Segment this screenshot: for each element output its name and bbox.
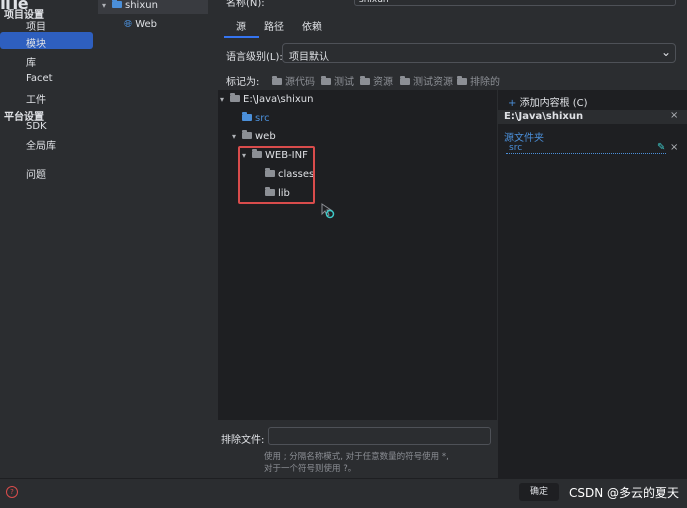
tree-root[interactable]: ▾ E:\Java\shixun xyxy=(220,93,313,105)
chevron-down-icon: ▾ xyxy=(220,95,225,104)
tab-sources[interactable]: 源 xyxy=(236,18,246,38)
module-web-facet[interactable]: 🌐︎ Web xyxy=(124,19,157,30)
exclude-hint-1: 使用 ; 分隔名称模式, 对于任意数量的符号使用 *, xyxy=(264,452,449,462)
chevron-down-icon: ▾ xyxy=(232,132,237,141)
folder-icon xyxy=(360,76,370,85)
folder-icon xyxy=(321,76,331,85)
source-item-divider xyxy=(506,153,666,154)
folder-icon xyxy=(400,76,410,85)
chevron-down-icon: ▾ xyxy=(102,1,107,10)
language-level-select[interactable]: 项目默认 ⌄ xyxy=(282,43,676,63)
nav-item-project[interactable]: 项目 xyxy=(26,18,46,33)
source-folder-icon xyxy=(242,112,252,121)
help-icon[interactable]: ? xyxy=(6,486,18,498)
nav-item-problems[interactable]: 问题 xyxy=(26,166,46,181)
exclude-hint-2: 对于一个符号则使用 ?。 xyxy=(264,464,357,474)
tab-paths[interactable]: 路径 xyxy=(264,18,284,38)
nav-item-modules[interactable]: 模块 xyxy=(26,35,46,50)
close-icon[interactable]: × xyxy=(670,110,678,121)
language-level-value: 项目默认 xyxy=(289,52,329,63)
exclude-files-label: 排除文件: xyxy=(221,435,265,446)
content-root-path: E:\Java\shixun xyxy=(504,111,584,122)
module-list: ▾ shixun 🌐︎ Web xyxy=(98,0,211,478)
source-folder-src: src xyxy=(509,143,523,153)
mark-sources-button[interactable]: 源代码 xyxy=(272,73,315,88)
nav-item-artifacts[interactable]: 工件 xyxy=(26,91,46,106)
folder-icon xyxy=(242,130,252,139)
mark-excluded-button[interactable]: 排除的 xyxy=(457,73,500,88)
add-content-root-button[interactable]: + 添加内容根 (C) xyxy=(508,94,588,109)
highlight-box xyxy=(238,146,315,204)
mark-resources-button[interactable]: 资源 xyxy=(360,73,393,88)
source-folders-header: 源文件夹 xyxy=(504,133,544,144)
nav-item-libraries[interactable]: 库 xyxy=(26,54,36,69)
module-folder-icon xyxy=(112,0,122,8)
active-tab-indicator xyxy=(224,36,259,38)
globe-icon: 🌐︎ xyxy=(124,19,132,30)
plus-icon: + xyxy=(508,98,517,109)
settings-nav: IITe 项目设置 项目 模块 库 Facet 工件 平台设置 SDK 全局库 … xyxy=(0,0,98,478)
tree-node-web[interactable]: ▾ web xyxy=(232,130,276,142)
nav-item-global-libs[interactable]: 全局库 xyxy=(26,137,56,152)
mark-as-label: 标记为: xyxy=(226,77,260,88)
folder-icon xyxy=(457,76,467,85)
language-level-label: 语言级别(L): xyxy=(226,52,283,63)
folder-icon xyxy=(230,93,240,102)
tree-node-src[interactable]: src xyxy=(242,112,270,124)
mouse-cursor-icon xyxy=(321,203,335,219)
nav-item-facets[interactable]: Facet xyxy=(26,73,53,84)
name-field[interactable]: shixun xyxy=(354,0,676,6)
nav-selection xyxy=(0,32,93,49)
nav-item-sdk[interactable]: SDK xyxy=(26,121,47,132)
module-root[interactable]: ▾ shixun xyxy=(102,0,158,11)
chevron-down-icon: ⌄ xyxy=(660,45,671,59)
tab-dependencies[interactable]: 依赖 xyxy=(302,18,322,38)
mark-test-resources-button[interactable]: 测试资源 xyxy=(400,73,453,88)
ok-button[interactable]: 确定 xyxy=(519,483,559,501)
folder-icon xyxy=(272,76,282,85)
remove-icon[interactable]: × xyxy=(670,142,678,153)
edit-pencil-icon[interactable]: ✎ xyxy=(657,142,665,153)
watermark: CSDN @多云的夏天 xyxy=(569,486,680,500)
exclude-files-input[interactable] xyxy=(268,427,491,445)
mark-tests-button[interactable]: 测试 xyxy=(321,73,354,88)
name-label: 名称(N): xyxy=(226,0,265,9)
